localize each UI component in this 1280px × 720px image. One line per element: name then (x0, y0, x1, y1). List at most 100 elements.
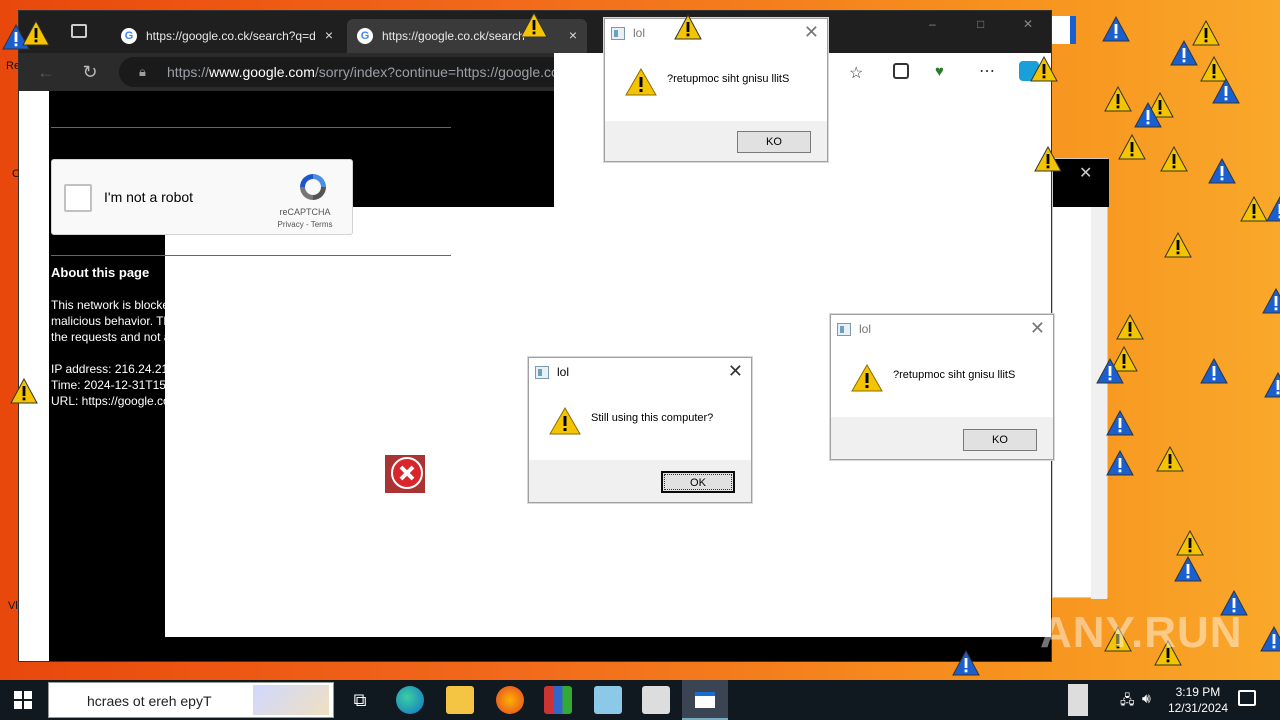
tab-close-icon[interactable]: × (325, 27, 333, 43)
network-icon[interactable]: 🖧︎ (1120, 691, 1135, 713)
ip-address: IP address: 216.24.216.49 (51, 362, 192, 376)
dialog-title: lol (859, 322, 872, 336)
tab-actions-icon[interactable] (71, 24, 87, 38)
dialog-body: ?retupmoc siht gnisu llitS (605, 49, 827, 121)
lock-icon: 🔒︎ (139, 64, 146, 79)
warning-icon (1264, 372, 1280, 398)
winrar-icon[interactable] (544, 686, 572, 714)
warning-icon (1096, 358, 1124, 384)
dialog-titlebar: lol ✕ (529, 358, 751, 388)
tab-1[interactable]: G https://google.co.ck/search?q=d × (111, 19, 343, 53)
firefox-icon[interactable] (496, 686, 524, 714)
dialog-3: lol ✕ ?retupmoc siht gnisu llitS KO (830, 314, 1054, 460)
active-app-button[interactable] (682, 680, 728, 720)
warning-icon (1266, 196, 1280, 222)
watermark: ANY.RUN (1040, 608, 1243, 657)
close-icon[interactable]: ✕ (804, 22, 819, 43)
warning-icon (952, 650, 980, 676)
timestamp: Time: 2024-12-31T15:19:05Z (51, 378, 207, 392)
collections-icon[interactable] (893, 63, 909, 79)
windows-start-icon[interactable] (14, 691, 32, 709)
notepad-icon[interactable] (594, 686, 622, 714)
taskbar-gray-block (1068, 684, 1088, 716)
app-icon (611, 27, 625, 40)
warning-icon (1106, 450, 1134, 476)
back-icon[interactable]: ← (35, 61, 57, 83)
tab-1-label: https://google.co.ck/search?q=d (146, 29, 316, 43)
warning-icon (1118, 134, 1146, 160)
taskbar-search-input[interactable]: hcraes ot ereh epyT (48, 682, 334, 718)
more-menu-icon[interactable]: ⋯ (979, 61, 995, 81)
about-title: About this page (51, 265, 150, 280)
warning-icon (1030, 56, 1058, 82)
divider (51, 127, 451, 128)
warning-icon (1156, 446, 1184, 472)
recaptcha-terms-link[interactable]: Privacy - Terms (270, 220, 340, 229)
browser-essentials-icon[interactable]: ♥ (935, 63, 944, 80)
url-prefix: https:// (167, 64, 210, 80)
desktop-label-3: Vl (8, 600, 18, 612)
close-button[interactable]: ✕ (1023, 17, 1033, 31)
warning-icon (549, 406, 581, 435)
recaptcha-brand: reCAPTCHA (279, 207, 331, 217)
ko-button[interactable]: KO (963, 429, 1037, 451)
warning-icon (1160, 146, 1188, 172)
divider (51, 255, 451, 256)
recaptcha-checkbox[interactable] (64, 184, 92, 212)
recaptcha-label: I'm not a robot (104, 189, 194, 205)
app-window-icon[interactable] (642, 686, 670, 714)
dialog-1: lol ✕ ?retupmoc siht gnisu llitS KO (604, 18, 828, 162)
clock-time: 3:19 PM (1175, 685, 1221, 699)
close-icon[interactable]: ✕ (1030, 318, 1045, 339)
dialog-title: lol (557, 365, 570, 379)
warning-icon (625, 67, 657, 96)
tab-close-icon[interactable]: × (569, 27, 577, 43)
warning-icon (1260, 626, 1280, 652)
tab-2[interactable]: G https://google.co.ck/search × (347, 19, 587, 53)
ko-button[interactable]: KO (737, 131, 811, 153)
warning-icon (22, 20, 50, 46)
blocked-url: URL: https://google.co.ck/search?q=how+t… (51, 394, 382, 408)
warning-icon (674, 14, 702, 40)
clock-date: 12/31/2024 (1167, 701, 1228, 715)
close-icon[interactable]: ✕ (728, 361, 743, 382)
recaptcha-logo-icon (300, 174, 326, 200)
warning-icon (1170, 40, 1198, 66)
scrollbar[interactable] (1091, 207, 1107, 599)
minimize-button[interactable]: – (929, 17, 936, 31)
google-icon: G (357, 28, 373, 44)
refresh-icon[interactable]: ↻ (79, 61, 101, 83)
favorites-icon[interactable]: ☆ (849, 63, 863, 83)
background-window-fragment (1050, 16, 1076, 44)
warning-icon (1262, 288, 1280, 314)
task-view-icon[interactable]: ⧉ (346, 686, 374, 714)
warning-icon (1164, 232, 1192, 258)
search-placeholder: hcraes ot ereh epyT (87, 693, 212, 709)
url-domain: www.google.com (209, 64, 315, 80)
clock[interactable]: 3:19 PM 12/31/2024 (1168, 684, 1228, 716)
warning-icon (1212, 78, 1240, 104)
ok-button[interactable]: OK (661, 471, 735, 493)
taskbar: hcraes ot ereh epyT ⧉ 🖧︎ 🔊︎ 3:19 PM 12/3… (0, 680, 1280, 720)
search-highlight-image (253, 685, 329, 715)
warning-icon (1176, 530, 1204, 556)
warning-icon (520, 12, 548, 38)
notifications-icon[interactable] (1238, 690, 1256, 706)
file-explorer-icon[interactable] (446, 686, 474, 714)
warning-icon (1200, 358, 1228, 384)
warning-icon (1102, 16, 1130, 42)
warning-icon (1116, 314, 1144, 340)
close-icon[interactable]: ✕ (1079, 163, 1092, 183)
dialog-titlebar: lol ✕ (831, 315, 1053, 345)
dialog-title: lol (633, 26, 646, 40)
app-icon (837, 323, 851, 336)
maximize-button[interactable]: □ (977, 17, 984, 31)
warning-icon (1240, 196, 1268, 222)
error-icon-square (385, 455, 425, 493)
edge-icon[interactable] (396, 686, 424, 714)
recaptcha-widget[interactable]: I'm not a robot reCAPTCHA Privacy - Term… (51, 159, 353, 235)
dialog-message: ?retupmoc siht gnisu llitS (893, 369, 1016, 381)
warning-icon (1174, 556, 1202, 582)
warning-icon (851, 363, 883, 392)
volume-icon[interactable]: 🔊︎ (1142, 690, 1151, 707)
